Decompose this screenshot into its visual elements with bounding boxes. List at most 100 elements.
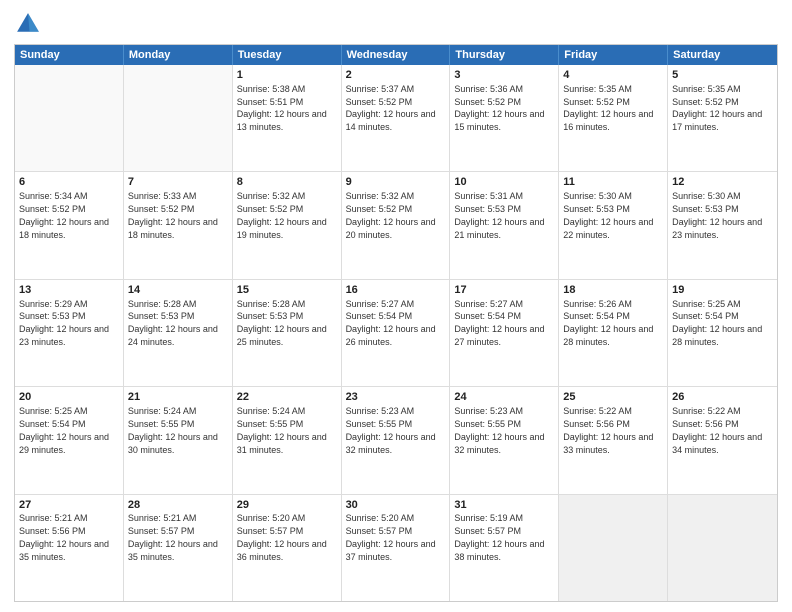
calendar-cell: 30Sunrise: 5:20 AMSunset: 5:57 PMDayligh… [342,495,451,601]
cell-info: Sunrise: 5:38 AMSunset: 5:51 PMDaylight:… [237,84,327,132]
day-number: 16 [346,283,446,298]
day-number: 31 [454,498,554,513]
cell-info: Sunrise: 5:31 AMSunset: 5:53 PMDaylight:… [454,191,544,239]
calendar-row: 20Sunrise: 5:25 AMSunset: 5:54 PMDayligh… [15,386,777,493]
calendar-cell: 15Sunrise: 5:28 AMSunset: 5:53 PMDayligh… [233,280,342,386]
calendar-cell: 1Sunrise: 5:38 AMSunset: 5:51 PMDaylight… [233,65,342,171]
cell-info: Sunrise: 5:28 AMSunset: 5:53 PMDaylight:… [237,299,327,347]
calendar-cell: 7Sunrise: 5:33 AMSunset: 5:52 PMDaylight… [124,172,233,278]
calendar-cell: 14Sunrise: 5:28 AMSunset: 5:53 PMDayligh… [124,280,233,386]
calendar-day-header: Thursday [450,45,559,65]
day-number: 14 [128,283,228,298]
calendar-cell: 25Sunrise: 5:22 AMSunset: 5:56 PMDayligh… [559,387,668,493]
cell-info: Sunrise: 5:21 AMSunset: 5:57 PMDaylight:… [128,513,218,561]
day-number: 30 [346,498,446,513]
calendar-cell [15,65,124,171]
cell-info: Sunrise: 5:30 AMSunset: 5:53 PMDaylight:… [563,191,653,239]
day-number: 25 [563,390,663,405]
cell-info: Sunrise: 5:21 AMSunset: 5:56 PMDaylight:… [19,513,109,561]
day-number: 24 [454,390,554,405]
day-number: 19 [672,283,773,298]
calendar-cell: 6Sunrise: 5:34 AMSunset: 5:52 PMDaylight… [15,172,124,278]
day-number: 28 [128,498,228,513]
cell-info: Sunrise: 5:32 AMSunset: 5:52 PMDaylight:… [346,191,436,239]
day-number: 6 [19,175,119,190]
cell-info: Sunrise: 5:37 AMSunset: 5:52 PMDaylight:… [346,84,436,132]
cell-info: Sunrise: 5:23 AMSunset: 5:55 PMDaylight:… [346,406,436,454]
calendar-cell [668,495,777,601]
day-number: 3 [454,68,554,83]
cell-info: Sunrise: 5:19 AMSunset: 5:57 PMDaylight:… [454,513,544,561]
cell-info: Sunrise: 5:33 AMSunset: 5:52 PMDaylight:… [128,191,218,239]
calendar-day-header: Wednesday [342,45,451,65]
cell-info: Sunrise: 5:27 AMSunset: 5:54 PMDaylight:… [346,299,436,347]
cell-info: Sunrise: 5:25 AMSunset: 5:54 PMDaylight:… [672,299,762,347]
calendar-day-header: Sunday [15,45,124,65]
calendar-cell: 23Sunrise: 5:23 AMSunset: 5:55 PMDayligh… [342,387,451,493]
cell-info: Sunrise: 5:24 AMSunset: 5:55 PMDaylight:… [237,406,327,454]
calendar-cell: 13Sunrise: 5:29 AMSunset: 5:53 PMDayligh… [15,280,124,386]
calendar-cell [559,495,668,601]
calendar-cell: 22Sunrise: 5:24 AMSunset: 5:55 PMDayligh… [233,387,342,493]
calendar: SundayMondayTuesdayWednesdayThursdayFrid… [14,44,778,602]
day-number: 12 [672,175,773,190]
day-number: 23 [346,390,446,405]
calendar-cell: 24Sunrise: 5:23 AMSunset: 5:55 PMDayligh… [450,387,559,493]
cell-info: Sunrise: 5:26 AMSunset: 5:54 PMDaylight:… [563,299,653,347]
calendar-cell: 29Sunrise: 5:20 AMSunset: 5:57 PMDayligh… [233,495,342,601]
calendar-row: 27Sunrise: 5:21 AMSunset: 5:56 PMDayligh… [15,494,777,601]
calendar-cell: 27Sunrise: 5:21 AMSunset: 5:56 PMDayligh… [15,495,124,601]
calendar-cell: 28Sunrise: 5:21 AMSunset: 5:57 PMDayligh… [124,495,233,601]
cell-info: Sunrise: 5:29 AMSunset: 5:53 PMDaylight:… [19,299,109,347]
day-number: 5 [672,68,773,83]
calendar-row: 1Sunrise: 5:38 AMSunset: 5:51 PMDaylight… [15,65,777,171]
day-number: 8 [237,175,337,190]
calendar-cell: 16Sunrise: 5:27 AMSunset: 5:54 PMDayligh… [342,280,451,386]
calendar-cell: 2Sunrise: 5:37 AMSunset: 5:52 PMDaylight… [342,65,451,171]
calendar-cell: 19Sunrise: 5:25 AMSunset: 5:54 PMDayligh… [668,280,777,386]
day-number: 29 [237,498,337,513]
calendar-day-header: Tuesday [233,45,342,65]
cell-info: Sunrise: 5:35 AMSunset: 5:52 PMDaylight:… [672,84,762,132]
header [14,10,778,38]
calendar-row: 13Sunrise: 5:29 AMSunset: 5:53 PMDayligh… [15,279,777,386]
calendar-row: 6Sunrise: 5:34 AMSunset: 5:52 PMDaylight… [15,171,777,278]
calendar-cell: 12Sunrise: 5:30 AMSunset: 5:53 PMDayligh… [668,172,777,278]
page: SundayMondayTuesdayWednesdayThursdayFrid… [0,0,792,612]
calendar-cell: 11Sunrise: 5:30 AMSunset: 5:53 PMDayligh… [559,172,668,278]
calendar-day-header: Saturday [668,45,777,65]
cell-info: Sunrise: 5:30 AMSunset: 5:53 PMDaylight:… [672,191,762,239]
cell-info: Sunrise: 5:27 AMSunset: 5:54 PMDaylight:… [454,299,544,347]
day-number: 7 [128,175,228,190]
cell-info: Sunrise: 5:35 AMSunset: 5:52 PMDaylight:… [563,84,653,132]
logo-icon [14,10,42,38]
calendar-body: 1Sunrise: 5:38 AMSunset: 5:51 PMDaylight… [15,65,777,601]
day-number: 15 [237,283,337,298]
calendar-cell: 3Sunrise: 5:36 AMSunset: 5:52 PMDaylight… [450,65,559,171]
calendar-cell: 10Sunrise: 5:31 AMSunset: 5:53 PMDayligh… [450,172,559,278]
cell-info: Sunrise: 5:32 AMSunset: 5:52 PMDaylight:… [237,191,327,239]
calendar-cell: 26Sunrise: 5:22 AMSunset: 5:56 PMDayligh… [668,387,777,493]
day-number: 22 [237,390,337,405]
cell-info: Sunrise: 5:20 AMSunset: 5:57 PMDaylight:… [237,513,327,561]
day-number: 18 [563,283,663,298]
calendar-cell: 17Sunrise: 5:27 AMSunset: 5:54 PMDayligh… [450,280,559,386]
day-number: 17 [454,283,554,298]
day-number: 26 [672,390,773,405]
calendar-cell: 18Sunrise: 5:26 AMSunset: 5:54 PMDayligh… [559,280,668,386]
day-number: 4 [563,68,663,83]
day-number: 21 [128,390,228,405]
cell-info: Sunrise: 5:22 AMSunset: 5:56 PMDaylight:… [672,406,762,454]
day-number: 1 [237,68,337,83]
cell-info: Sunrise: 5:20 AMSunset: 5:57 PMDaylight:… [346,513,436,561]
calendar-cell: 21Sunrise: 5:24 AMSunset: 5:55 PMDayligh… [124,387,233,493]
day-number: 9 [346,175,446,190]
day-number: 10 [454,175,554,190]
calendar-cell: 8Sunrise: 5:32 AMSunset: 5:52 PMDaylight… [233,172,342,278]
day-number: 2 [346,68,446,83]
cell-info: Sunrise: 5:23 AMSunset: 5:55 PMDaylight:… [454,406,544,454]
calendar-cell: 5Sunrise: 5:35 AMSunset: 5:52 PMDaylight… [668,65,777,171]
calendar-day-header: Monday [124,45,233,65]
day-number: 27 [19,498,119,513]
cell-info: Sunrise: 5:36 AMSunset: 5:52 PMDaylight:… [454,84,544,132]
